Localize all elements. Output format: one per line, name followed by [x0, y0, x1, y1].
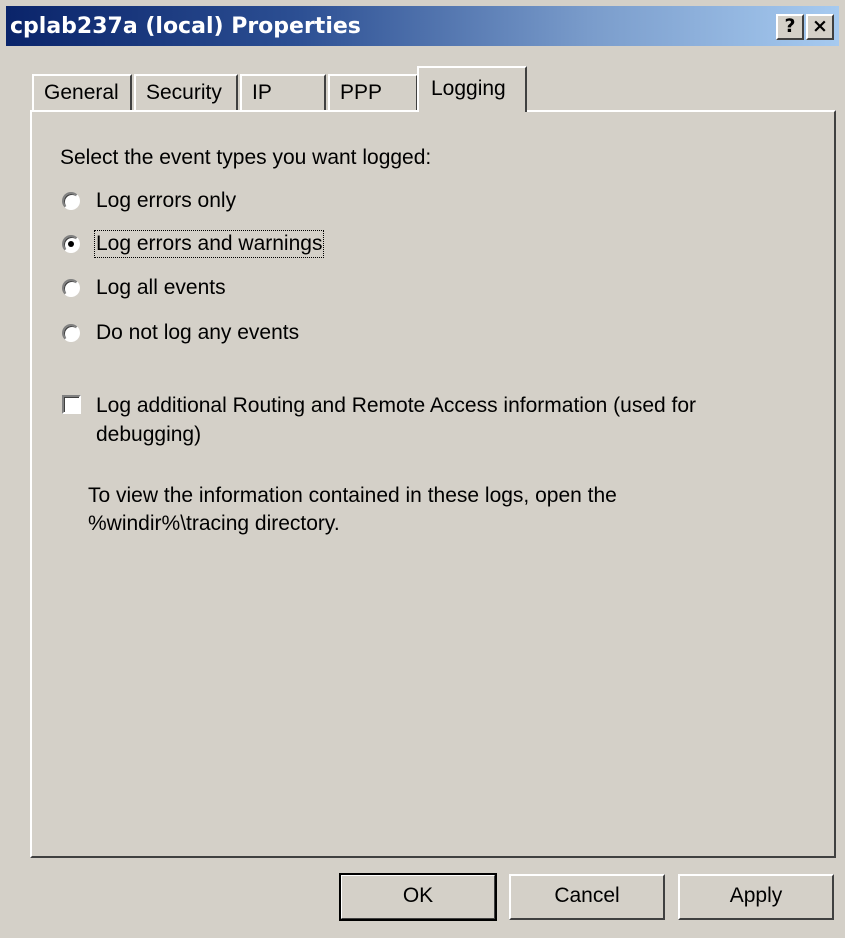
- event-types-prompt: Select the event types you want logged:: [60, 146, 432, 169]
- label-log-errors-only[interactable]: Log errors only: [96, 189, 236, 213]
- tab-logging[interactable]: Logging: [417, 66, 527, 112]
- apply-button[interactable]: Apply: [678, 874, 834, 920]
- info-text-line1: To view the information contained in the…: [88, 484, 617, 507]
- cancel-button[interactable]: Cancel: [509, 874, 665, 920]
- radio-selected-dot: [68, 241, 74, 247]
- radio-log-all-events[interactable]: [62, 279, 80, 297]
- radio-log-errors-and-warnings[interactable]: [62, 235, 80, 253]
- tab-ppp[interactable]: PPP: [328, 74, 418, 112]
- label-do-not-log[interactable]: Do not log any events: [96, 321, 299, 345]
- tab-ip[interactable]: IP: [240, 74, 326, 112]
- checkbox-log-additional[interactable]: [62, 395, 81, 414]
- properties-dialog: cplab237a (local) Properties ? × General…: [0, 0, 845, 938]
- close-button[interactable]: ×: [806, 14, 834, 40]
- radio-log-errors-only[interactable]: [62, 192, 80, 210]
- window-title: cplab237a (local) Properties: [10, 14, 361, 39]
- label-log-additional-line1[interactable]: Log additional Routing and Remote Access…: [96, 394, 696, 418]
- label-log-errors-and-warnings[interactable]: Log errors and warnings: [93, 230, 325, 258]
- tab-general[interactable]: General: [32, 74, 132, 112]
- label-log-additional-line2[interactable]: debugging): [96, 423, 201, 447]
- ok-button[interactable]: OK: [339, 873, 497, 921]
- tab-security[interactable]: Security: [134, 74, 238, 112]
- info-text-line2: %windir%\tracing directory.: [88, 512, 340, 535]
- title-bar[interactable]: cplab237a (local) Properties ? ×: [6, 6, 839, 46]
- help-button[interactable]: ?: [776, 14, 804, 40]
- active-tab-gap: [419, 108, 525, 113]
- label-log-all-events[interactable]: Log all events: [96, 276, 226, 300]
- radio-do-not-log[interactable]: [62, 324, 80, 342]
